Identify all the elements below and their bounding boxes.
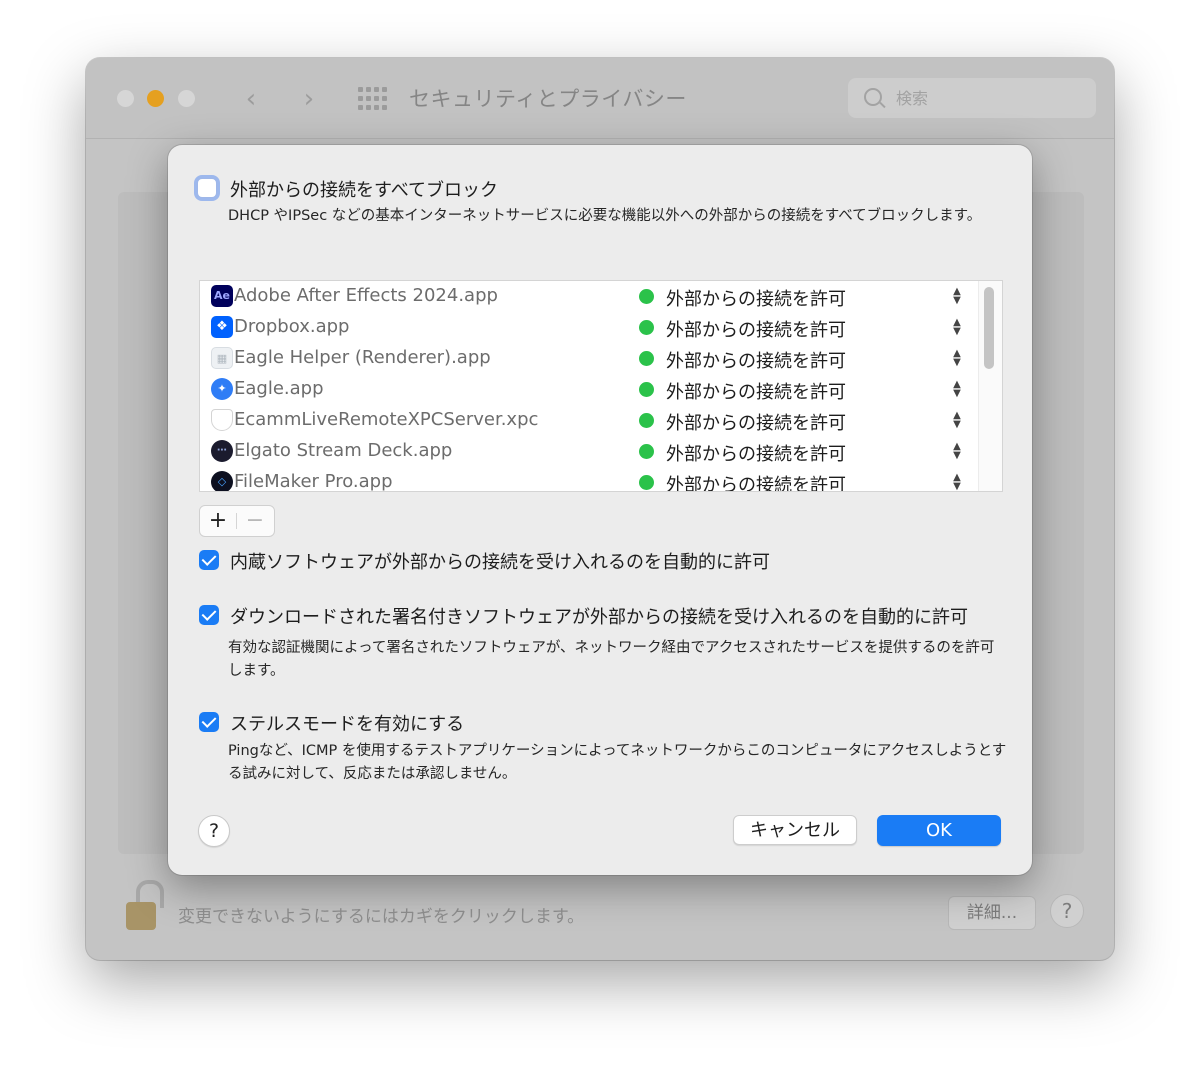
status-popup-chevron-icon[interactable]: ▲ ▼ xyxy=(950,349,964,369)
minimize-window-button[interactable] xyxy=(147,90,164,107)
firewall-options-sheet: 外部からの接続をすべてブロック DHCP やIPSec などの基本インターネット… xyxy=(168,145,1032,875)
ok-button[interactable]: OK xyxy=(877,815,1001,846)
status-popup-chevron-icon[interactable]: ▲ ▼ xyxy=(950,380,964,400)
title-bar: ‹ › セキュリティとプライバシー xyxy=(86,58,1114,139)
app-list[interactable]: Ae Adobe After Effects 2024.app 外部からの接続を… xyxy=(199,280,1003,492)
builtin-software-label: 内蔵ソフトウェアが外部からの接続を受け入れるのを自動的に許可 xyxy=(230,552,770,573)
forward-chevron-icon[interactable]: › xyxy=(296,84,322,114)
block-all-description: DHCP やIPSec などの基本インターネットサービスに必要な機能以外への外部… xyxy=(228,208,982,224)
remove-app-button[interactable]: − xyxy=(237,506,273,536)
block-all-label: 外部からの接続をすべてブロック xyxy=(230,180,499,201)
list-item[interactable]: ⋯ Elgato Stream Deck.app 外部からの接続を許可 ▲ ▼ xyxy=(200,436,978,467)
status-popup-chevron-icon[interactable]: ▲ ▼ xyxy=(950,442,964,462)
builtin-software-checkbox[interactable] xyxy=(199,550,219,570)
status-green-dot-icon xyxy=(639,351,654,366)
after-effects-icon: Ae xyxy=(211,285,233,307)
stealth-mode-label: ステルスモードを有効にする xyxy=(230,714,465,735)
eagle-icon: ✦ xyxy=(211,378,233,400)
list-item[interactable]: ❖ Dropbox.app 外部からの接続を許可 ▲ ▼ xyxy=(200,312,978,343)
status-popup-chevron-icon[interactable]: ▲ ▼ xyxy=(950,287,964,307)
list-item[interactable]: Ae Adobe After Effects 2024.app 外部からの接続を… xyxy=(200,281,978,312)
block-all-checkbox[interactable] xyxy=(197,178,217,198)
app-status: 外部からの接続を許可 xyxy=(666,475,846,492)
app-status: 外部からの接続を許可 xyxy=(666,382,846,403)
cancel-button[interactable]: キャンセル xyxy=(733,815,857,845)
show-all-grid-icon[interactable] xyxy=(358,87,387,111)
stealth-mode-description: Pingなど、ICMP を使用するテストアプリケーションによってネットワークから… xyxy=(228,743,1007,782)
status-green-dot-icon xyxy=(639,475,654,490)
signed-software-checkbox[interactable] xyxy=(199,605,219,625)
help-button[interactable]: ? xyxy=(198,815,230,847)
search-input[interactable] xyxy=(894,88,1078,109)
stream-deck-icon: ⋯ xyxy=(211,440,233,462)
app-status: 外部からの接続を許可 xyxy=(666,351,846,372)
app-status: 外部からの接続を許可 xyxy=(666,444,846,465)
advanced-button[interactable]: 詳細... xyxy=(948,896,1036,930)
list-item[interactable]: ✦ Eagle.app 外部からの接続を許可 ▲ ▼ xyxy=(200,374,978,405)
status-popup-chevron-icon[interactable]: ▲ ▼ xyxy=(950,473,964,492)
status-green-dot-icon xyxy=(639,320,654,335)
search-icon xyxy=(864,88,882,106)
app-name: Eagle Helper (Renderer).app xyxy=(234,347,491,368)
status-green-dot-icon xyxy=(639,382,654,397)
status-green-dot-icon xyxy=(639,444,654,459)
signed-software-label: ダウンロードされた署名付きソフトウェアが外部からの接続を受け入れるのを自動的に許… xyxy=(230,607,968,628)
status-popup-chevron-icon[interactable]: ▲ ▼ xyxy=(950,411,964,431)
app-name: Dropbox.app xyxy=(234,316,350,337)
back-chevron-icon[interactable]: ‹ xyxy=(238,84,264,114)
list-item[interactable]: ◇ FileMaker Pro.app 外部からの接続を許可 ▲ ▼ xyxy=(200,467,978,492)
app-name: FileMaker Pro.app xyxy=(234,471,393,492)
status-green-dot-icon xyxy=(639,289,654,304)
app-name: Elgato Stream Deck.app xyxy=(234,440,453,461)
app-name: Eagle.app xyxy=(234,378,324,399)
add-remove-control: + − xyxy=(199,505,275,537)
app-status: 外部からの接続を許可 xyxy=(666,413,846,434)
list-item[interactable]: EcammLiveRemoteXPCServer.xpc 外部からの接続を許可 … xyxy=(200,405,978,436)
search-field[interactable] xyxy=(848,78,1096,118)
zoom-window-button[interactable] xyxy=(178,90,195,107)
list-scrollbar[interactable] xyxy=(978,281,1002,491)
app-status: 外部からの接続を許可 xyxy=(666,320,846,341)
app-name: Adobe After Effects 2024.app xyxy=(234,285,498,306)
window-title: セキュリティとプライバシー xyxy=(409,87,687,111)
scroll-thumb[interactable] xyxy=(984,287,994,369)
window-help-button[interactable]: ? xyxy=(1050,894,1084,928)
app-name: EcammLiveRemoteXPCServer.xpc xyxy=(234,409,539,430)
dropbox-icon: ❖ xyxy=(211,316,233,338)
eagle-helper-icon: ▦ xyxy=(211,347,233,369)
signed-software-description: 有効な認証機関によって署名されたソフトウェアが、ネットワーク経由でアクセスされた… xyxy=(228,640,995,679)
app-status: 外部からの接続を許可 xyxy=(666,289,846,310)
close-window-button[interactable] xyxy=(117,90,134,107)
lock-hint-text: 変更できないようにするにはカギをクリックします。 xyxy=(178,907,585,927)
xpc-shield-icon xyxy=(211,409,233,431)
add-app-button[interactable]: + xyxy=(200,506,236,536)
lock-icon[interactable] xyxy=(122,880,166,932)
status-green-dot-icon xyxy=(639,413,654,428)
status-popup-chevron-icon[interactable]: ▲ ▼ xyxy=(950,318,964,338)
list-item[interactable]: ▦ Eagle Helper (Renderer).app 外部からの接続を許可… xyxy=(200,343,978,374)
stealth-mode-checkbox[interactable] xyxy=(199,712,219,732)
filemaker-icon: ◇ xyxy=(211,471,233,491)
